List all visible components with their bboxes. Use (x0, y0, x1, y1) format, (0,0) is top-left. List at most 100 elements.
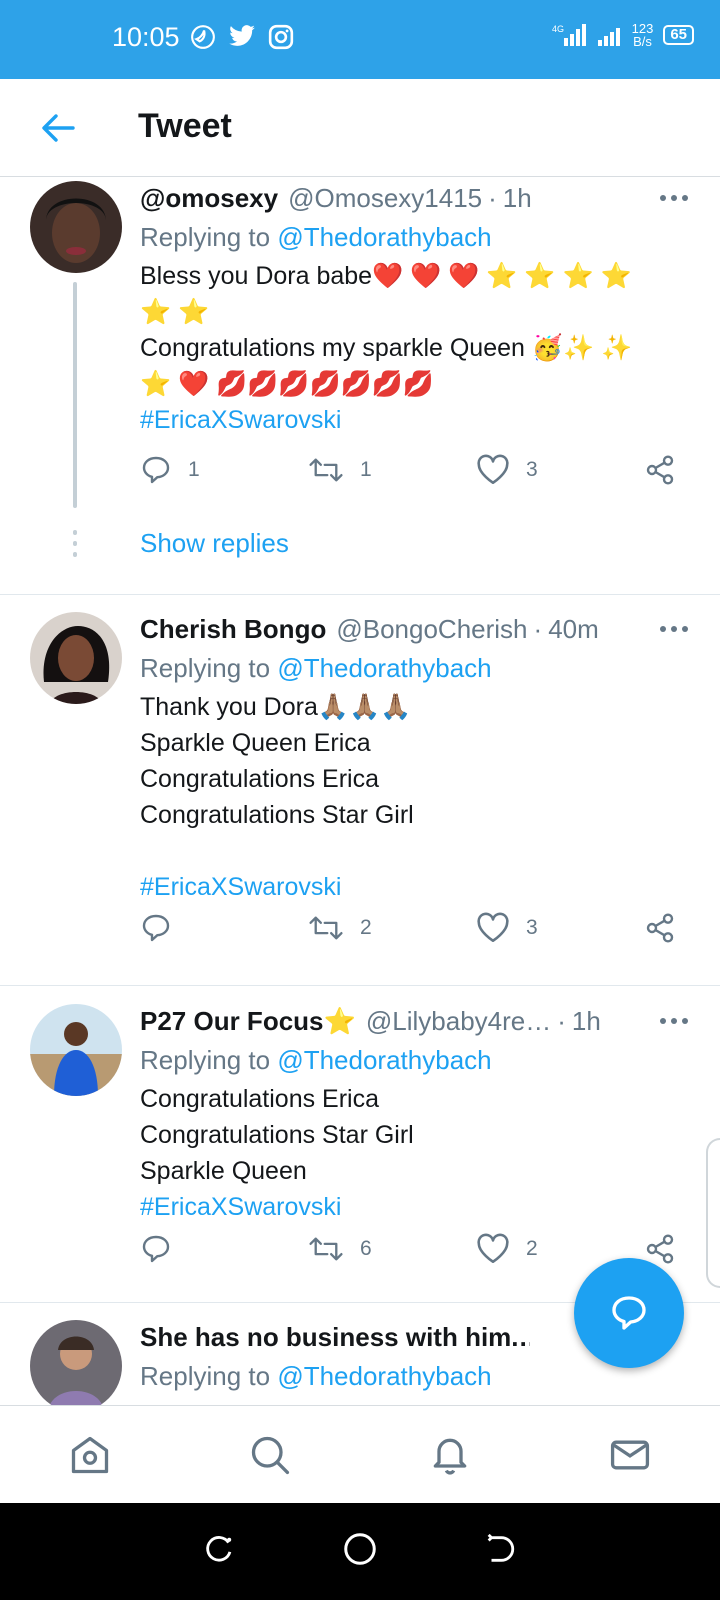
nav-notifications[interactable] (420, 1425, 480, 1485)
tweet-header: P27 Our Focus⭐ @Lilybaby4re… · 1h (140, 1006, 660, 1037)
like-button[interactable]: 3 (476, 454, 538, 486)
avatar[interactable] (30, 1320, 122, 1405)
share-icon (646, 455, 674, 485)
like-button[interactable]: 3 (476, 912, 538, 944)
tweet-card[interactable]: @omosexy @Omosexy1415 · 1h Replying to @… (0, 178, 720, 583)
back-arrow-icon (42, 114, 75, 142)
tweet-card[interactable]: Cherish Bongo @BongoCherish · 40m Replyi… (0, 595, 720, 967)
retweet-icon (309, 916, 343, 940)
like-count: 3 (526, 916, 538, 939)
reply-button[interactable]: 1 (140, 454, 200, 486)
hashtag-link[interactable]: #EricaXSwarovski (140, 402, 690, 438)
recent-apps-button[interactable] (203, 1532, 237, 1571)
status-bar: 10:05 4G 123 B/s 65 (0, 0, 720, 79)
author-handle[interactable]: @Lilybaby4re… (366, 1006, 551, 1037)
tweet-time: 1h (571, 1006, 601, 1036)
reply-button[interactable] (140, 1233, 188, 1265)
retweet-count: 2 (360, 916, 372, 939)
replying-to: Replying to @Thedorathybach (140, 653, 492, 683)
reply-count: 1 (188, 458, 200, 481)
avatar[interactable] (30, 181, 122, 273)
back-button[interactable] (38, 108, 78, 148)
chat-bubble-icon (612, 1296, 646, 1330)
mention-link[interactable]: @Thedorathybach (277, 222, 491, 252)
mention-link[interactable]: @Thedorathybach (277, 1361, 491, 1391)
tweet-time: 1h (502, 183, 532, 213)
tweet-header: Cherish Bongo @BongoCherish · 40m (140, 614, 660, 645)
back-nav-icon (487, 1533, 515, 1562)
author-name[interactable]: Cherish Bongo (140, 614, 326, 645)
home-button[interactable] (342, 1531, 378, 1572)
home-icon (71, 1436, 109, 1473)
app-header: Tweet (0, 79, 720, 177)
replying-to: Replying to @Thedorathybach (140, 222, 492, 252)
author-name[interactable]: She has no business with him.… (140, 1322, 530, 1353)
show-replies-link[interactable]: Show replies (140, 528, 289, 559)
heart-icon (477, 912, 509, 943)
retweet-button[interactable]: 2 (308, 912, 372, 944)
home-circle-icon (344, 1533, 376, 1565)
nav-messages[interactable] (600, 1425, 660, 1485)
nav-home[interactable] (60, 1425, 120, 1485)
tweet-card[interactable]: P27 Our Focus⭐ @Lilybaby4re… · 1h Replyi… (0, 986, 720, 1296)
thread-line (73, 282, 77, 508)
envelope-icon (610, 1440, 650, 1469)
recent-apps-icon (205, 1536, 231, 1562)
page-title: Tweet (138, 107, 232, 145)
retweet-icon (309, 1237, 343, 1261)
retweet-button[interactable]: 1 (308, 454, 372, 486)
tweet-text: Thank you Dora🙏🏽🙏🏽🙏🏽 Sparkle Queen Erica… (140, 689, 690, 905)
signal-strength-icon: 4G (552, 24, 586, 46)
share-button[interactable] (644, 1233, 676, 1265)
like-count: 3 (526, 458, 538, 481)
tweet-feed[interactable]: @omosexy @Omosexy1415 · 1h Replying to @… (0, 178, 720, 1405)
browser-icon (191, 25, 215, 49)
mention-link[interactable]: @Thedorathybach (277, 653, 491, 683)
replying-to: Replying to @Thedorathybach (140, 1361, 492, 1391)
retweet-count: 1 (360, 458, 372, 481)
author-name[interactable]: P27 Our Focus⭐ (140, 1006, 356, 1037)
share-button[interactable] (644, 454, 676, 486)
more-options-button[interactable] (656, 188, 692, 208)
system-navigation-bar (0, 1503, 720, 1600)
reply-icon (142, 914, 170, 942)
retweet-button[interactable]: 6 (308, 1233, 372, 1265)
author-name[interactable]: @omosexy (140, 183, 278, 214)
instagram-icon (268, 24, 294, 50)
separator-dot: · (557, 1006, 566, 1036)
notification-icons (190, 24, 294, 50)
like-button[interactable]: 2 (476, 1233, 538, 1265)
svg-text:4G: 4G (552, 24, 564, 34)
share-icon (646, 1234, 674, 1264)
heart-icon (477, 454, 509, 485)
avatar[interactable] (30, 612, 122, 704)
scroll-handle[interactable] (706, 1138, 720, 1288)
author-handle[interactable]: @BongoCherish (336, 614, 527, 645)
thread-dots (73, 530, 77, 557)
retweet-count: 6 (360, 1237, 372, 1260)
reply-button[interactable] (140, 912, 188, 944)
separator-dot: · (488, 183, 497, 213)
share-button[interactable] (644, 912, 676, 944)
reply-icon (142, 456, 170, 484)
like-count: 2 (526, 1237, 538, 1260)
author-handle[interactable]: @Omosexy1415 (288, 183, 482, 214)
mention-link[interactable]: @Thedorathybach (277, 1045, 491, 1075)
signal-strength-2-icon (597, 28, 620, 46)
bell-icon (433, 1438, 467, 1475)
more-options-button[interactable] (656, 619, 692, 639)
more-options-button[interactable] (656, 1011, 692, 1031)
tweet-header: She has no business with him.… (140, 1322, 530, 1353)
search-icon (251, 1436, 290, 1474)
status-time: 10:05 (112, 22, 180, 52)
hashtag-link[interactable]: #EricaXSwarovski (140, 1189, 690, 1225)
nav-search[interactable] (240, 1425, 300, 1485)
avatar[interactable] (30, 1004, 122, 1096)
tweet-text: Congratulations Erica Congratulations St… (140, 1081, 690, 1225)
tweet-actions: 2 3 (140, 912, 690, 952)
compose-reply-button[interactable] (574, 1258, 684, 1368)
hashtag-link[interactable]: #EricaXSwarovski (140, 869, 690, 905)
tweet-text: Bless you Dora babe❤️ ❤️ ❤️ ⭐ ⭐ ⭐ ⭐ ⭐ ⭐ … (140, 258, 690, 438)
retweet-icon (309, 458, 343, 482)
back-nav-button[interactable] (483, 1532, 517, 1571)
